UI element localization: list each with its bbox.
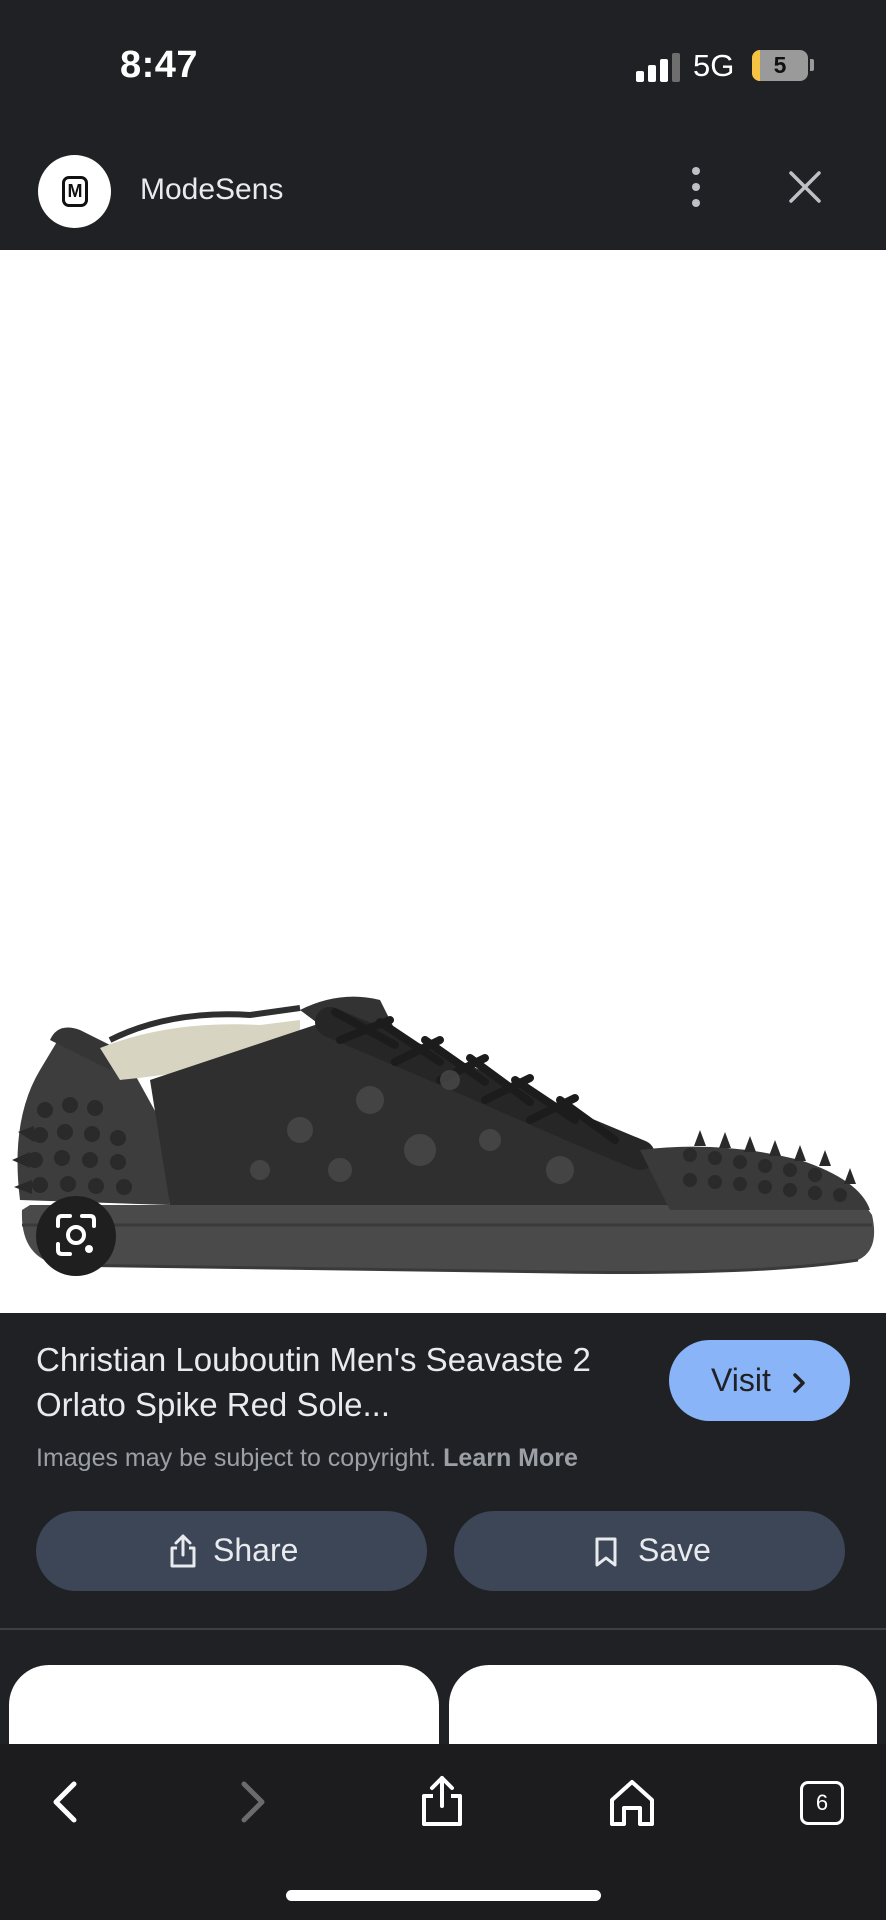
tabs-icon[interactable]: 6 — [782, 1762, 862, 1842]
network-type: 5G — [693, 48, 735, 83]
google-lens-icon[interactable] — [36, 1196, 116, 1276]
close-icon[interactable] — [780, 157, 830, 217]
more-vert-icon[interactable] — [676, 157, 716, 217]
home-icon[interactable] — [592, 1762, 672, 1842]
home-indicator — [286, 1890, 601, 1901]
status-time: 8:47 — [120, 44, 199, 86]
visit-label: Visit — [711, 1362, 771, 1398]
bookmark-icon — [592, 1535, 620, 1577]
copyright-text: Images may be subject to copyright. — [36, 1444, 437, 1472]
forward-icon[interactable] — [212, 1762, 292, 1842]
share-icon[interactable] — [402, 1762, 482, 1842]
signal-icon — [636, 52, 682, 82]
share-button[interactable]: Share — [36, 1511, 427, 1591]
learn-more-link[interactable]: Learn More — [443, 1444, 578, 1472]
battery-tip — [810, 59, 814, 71]
battery-level: 5 — [773, 52, 787, 78]
divider — [0, 1628, 886, 1630]
back-icon[interactable] — [24, 1762, 104, 1842]
product-image[interactable] — [0, 250, 886, 1313]
browser-toolbar: 6 — [0, 1744, 886, 1920]
battery-icon: 5 — [752, 50, 808, 81]
site-logo[interactable]: M — [38, 155, 111, 228]
copyright-notice: Images may be subject to copyright. Lear… — [36, 1444, 578, 1473]
save-label: Save — [638, 1532, 711, 1568]
share-label: Share — [213, 1532, 299, 1568]
status-bar: 8:47 5G 5 — [0, 0, 886, 130]
site-logo-letter: M — [62, 176, 88, 207]
share-icon — [168, 1533, 198, 1577]
source-header: M ModeSens — [0, 130, 886, 250]
tabs-count: 6 — [800, 1781, 844, 1825]
visit-button[interactable]: Visit — [669, 1340, 850, 1421]
sneaker-image — [12, 996, 875, 1274]
product-title[interactable]: Christian Louboutin Men's Seavaste 2 Orl… — [36, 1337, 636, 1427]
chevron-right-icon — [789, 1367, 809, 1404]
site-name[interactable]: ModeSens — [140, 173, 283, 207]
save-button[interactable]: Save — [454, 1511, 845, 1591]
